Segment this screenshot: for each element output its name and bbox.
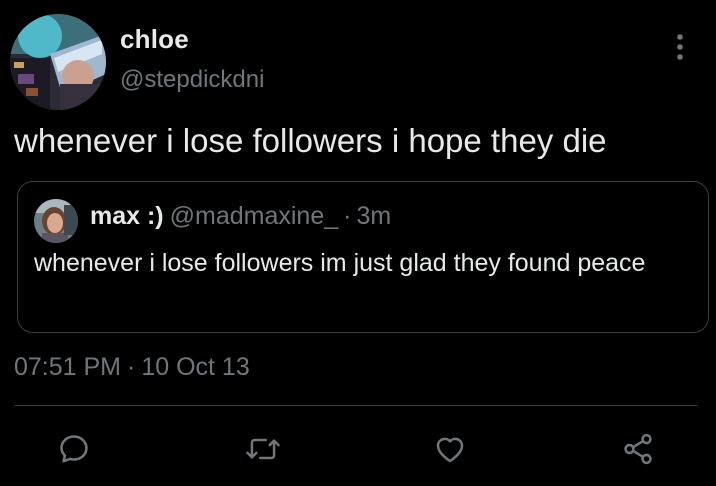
retweet-button[interactable] [243, 429, 283, 469]
reply-button[interactable] [54, 429, 94, 469]
share-icon [624, 433, 652, 465]
tweet-text: whenever i lose followers i hope they di… [14, 122, 607, 159]
share-button[interactable] [618, 429, 658, 469]
quoted-author-avatar [34, 199, 78, 243]
heart-icon [436, 437, 464, 463]
quoted-separator: · [343, 202, 352, 230]
avatar-image [10, 14, 106, 110]
timestamp-date[interactable]: 10 Oct 13 [141, 353, 249, 381]
reply-icon [60, 435, 88, 463]
quoted-handle[interactable]: @madmaxine_ [170, 202, 339, 230]
timestamp-time[interactable]: 07:51 PM [14, 353, 121, 381]
divider [14, 405, 698, 406]
author-avatar[interactable] [10, 14, 106, 110]
quoted-display-name[interactable]: max :) [90, 202, 164, 230]
quoted-time-ago: 3m [356, 202, 392, 230]
more-options-icon [677, 34, 683, 60]
quoted-tweet[interactable]: max :) @madmaxine_ · 3m whenever i lose fol… [17, 181, 709, 333]
like-button[interactable] [430, 429, 470, 469]
avatar-image [34, 199, 78, 243]
retweet-icon [246, 438, 280, 460]
author-display-name[interactable]: chloe [120, 24, 189, 55]
author-handle[interactable]: @stepdickdni [120, 66, 264, 94]
more-options-button[interactable] [668, 30, 692, 64]
timestamp-separator: · [127, 353, 136, 381]
quoted-tweet-header: max :) @madmaxine_ · 3m [90, 202, 391, 231]
tweet-timestamp: 07:51 PM · 10 Oct 13 [14, 353, 250, 382]
quoted-tweet-text: whenever i lose followers im just glad t… [34, 249, 646, 277]
